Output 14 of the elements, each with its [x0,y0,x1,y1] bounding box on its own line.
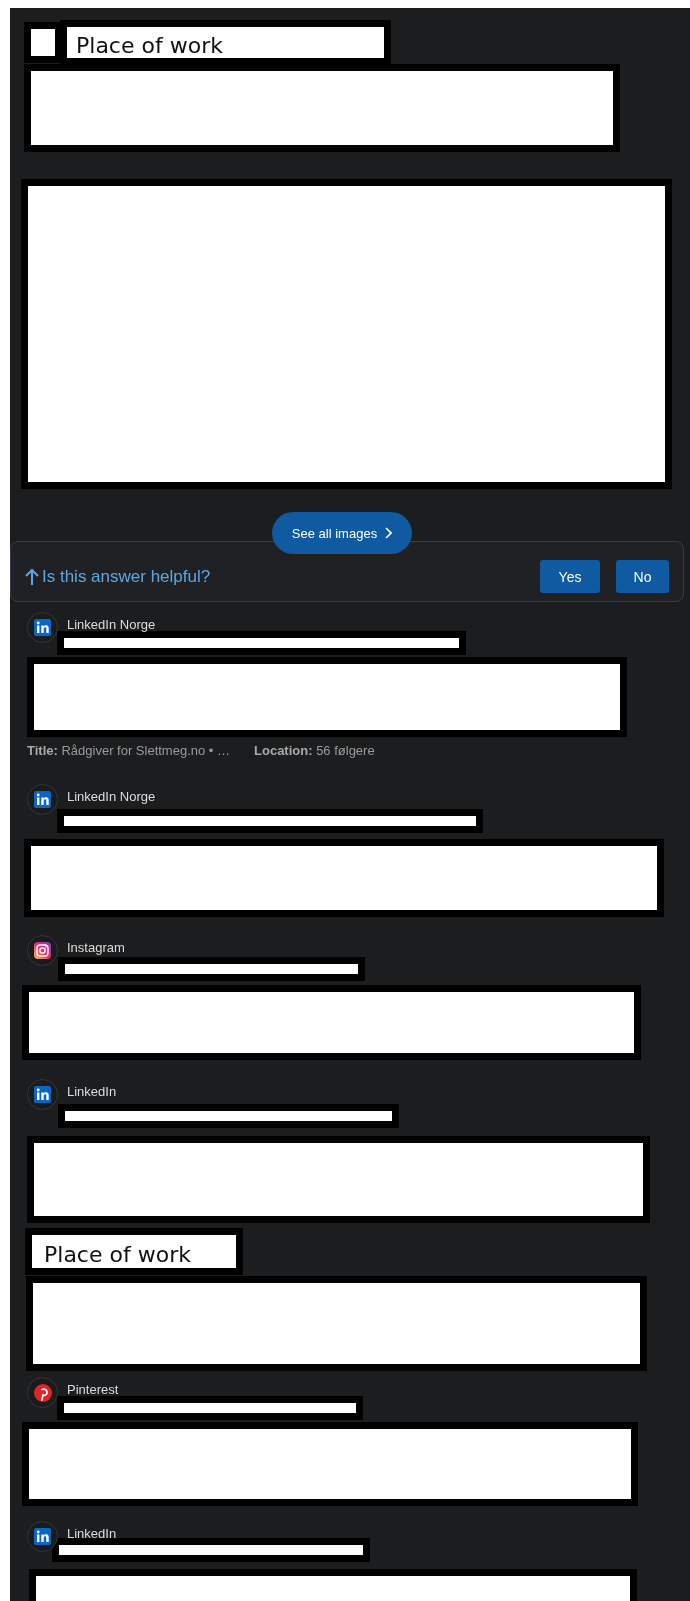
source-name[interactable]: LinkedIn [67,1526,117,1542]
see-all-images-button[interactable]: See all images [271,512,413,554]
section-heading: Place of work [60,20,391,65]
feedback-button[interactable]: No [616,560,669,593]
feedback-question: Is this answer helpful? [42,566,211,587]
result-detail: Title: Rådgiver for Slettmeg.no • … [27,743,230,759]
source-name[interactable]: LinkedIn Norge [67,617,156,633]
result-detail: Location: 56 følgere [254,743,375,759]
source-name[interactable]: Pinterest [67,1382,119,1398]
source-name[interactable]: Instagram [67,940,125,956]
section-heading: Place of work [25,1228,243,1275]
feedback-button[interactable]: Yes [540,560,600,593]
source-name[interactable]: LinkedIn [67,1084,117,1100]
source-name[interactable]: LinkedIn Norge [67,789,156,805]
